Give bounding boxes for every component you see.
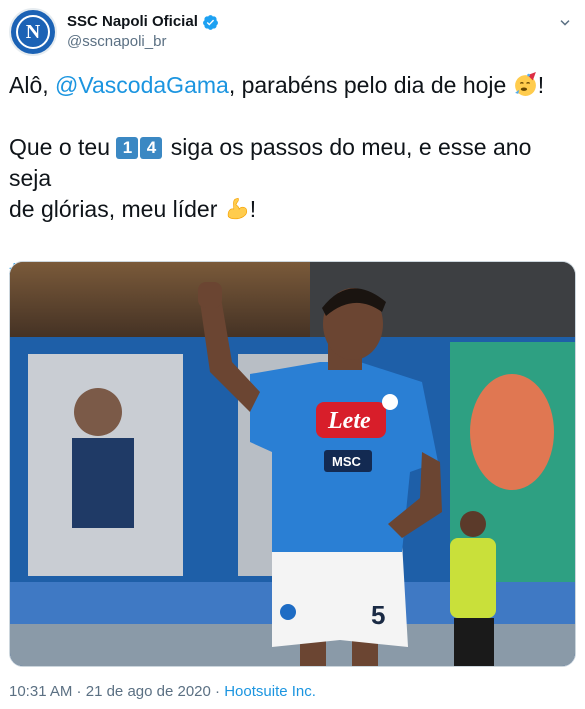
player-thumb-up (198, 282, 222, 308)
author-display-name[interactable]: SSC Napoli Oficial (67, 12, 198, 32)
tweet-header: N SSC Napoli Oficial @sscnapoli_br (9, 8, 576, 60)
keycap-one-emoji: 1 (116, 137, 139, 159)
meta-separator: · (72, 683, 86, 700)
tweet-source-link[interactable]: Hootsuite Inc. (224, 683, 316, 700)
tweet-line-2: Que o teu 14 siga os passos do meu, e es… (9, 132, 579, 194)
shirt-badge-text: MSC (332, 454, 362, 469)
tweet-photo[interactable]: 5 Lete MSC (9, 261, 576, 667)
shorts-badge (280, 604, 296, 620)
avatar[interactable]: N (9, 8, 57, 56)
shorts-number: 5 (371, 600, 385, 630)
fan-shirt-left (72, 438, 134, 528)
meta-separator: · (210, 683, 225, 700)
referee-head (460, 511, 486, 537)
tweet-text-segment: , parabéns pelo dia de hoje (228, 72, 513, 98)
player-shorts (272, 542, 408, 647)
keycap-four-emoji: 4 (140, 137, 163, 159)
tweet-text: Alô, @VascodaGama, parabéns pelo dia de … (9, 70, 579, 287)
tweet-text-segment: de glórias, meu líder (9, 196, 224, 222)
mention-link[interactable]: @VascodaGama (55, 72, 229, 98)
party-face-emoji-icon (514, 72, 536, 96)
shirt-sponsor-text: Lete (327, 408, 371, 434)
flexed-biceps-emoji-icon (227, 197, 247, 220)
tweet-time[interactable]: 10:31 AM (9, 683, 72, 700)
tweet-text-segment: Alô, (9, 72, 56, 98)
author-names: SSC Napoli Oficial @sscnapoli_br (67, 12, 219, 52)
tweet-line-1: Alô, @VascodaGama, parabéns pelo dia de … (9, 70, 579, 101)
tweet-text-segment: Que o teu (9, 134, 117, 160)
author-handle[interactable]: @sscnapoli_br (67, 32, 219, 52)
avatar-logo: N (16, 15, 50, 49)
photo-football-player: 5 Lete MSC (10, 262, 575, 666)
author-display-name-row[interactable]: SSC Napoli Oficial (67, 12, 219, 32)
tweet-date[interactable]: 21 de ago de 2020 (86, 683, 211, 700)
verified-badge-icon (202, 14, 218, 30)
tweet-metadata: 10:31 AM · 21 de ago de 2020 · Hootsuite… (9, 682, 316, 702)
fan-face-right (470, 374, 554, 490)
tweet-line-3: de glórias, meu líder ! (9, 194, 579, 225)
referee-shorts (454, 618, 494, 666)
fan-head-left (74, 388, 122, 436)
tweet-text-segment: ! (249, 196, 257, 222)
referee-shirt (450, 538, 496, 618)
tweet-text-segment: ! (537, 72, 545, 98)
chevron-down-icon[interactable] (556, 14, 574, 32)
club-crest (382, 394, 398, 410)
